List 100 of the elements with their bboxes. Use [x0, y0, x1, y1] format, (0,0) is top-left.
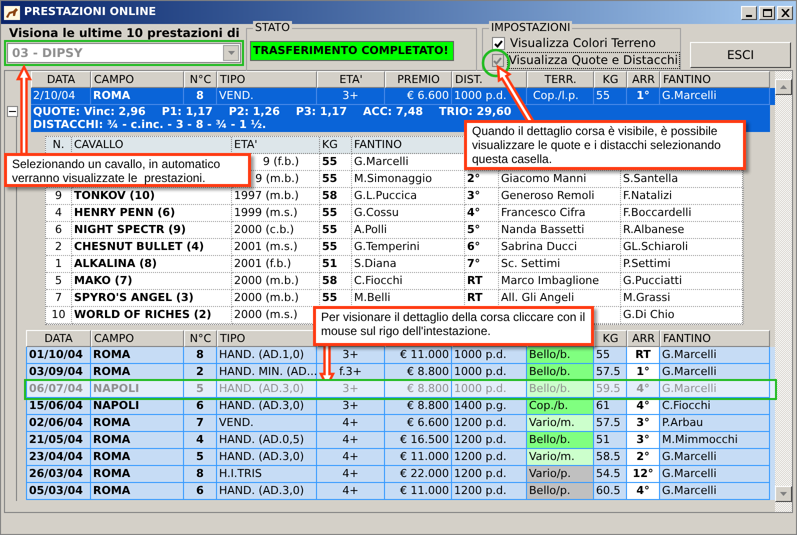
maximize-button[interactable]	[759, 6, 775, 20]
race-row[interactable]: 02/06/04 ROMA 7 VEND. 4+ € 6.600 1200 p.d. Vario/m. 57.5 3° P.Arbau	[26, 415, 775, 432]
callout: Per visionare il dettaglio della corsa cliccare con il mouse sul rigo dell'intestazione.	[313, 306, 594, 346]
table-cell: S.Diana	[352, 256, 465, 273]
table-cell: GL.Schiaroli	[621, 239, 744, 256]
column-header[interactable]: KG	[594, 71, 627, 88]
column-header[interactable]: DATA	[31, 71, 91, 88]
column-header[interactable]: N°C	[184, 330, 217, 347]
table-cell: HAND. (AD.3,0)	[217, 483, 317, 500]
column-header[interactable]: ARR	[627, 71, 660, 88]
picker-label: Visiona le ultime 10 prestazioni di	[8, 26, 241, 40]
table-cell: 4°	[627, 381, 660, 398]
odds-text: TRIO: 29,60	[439, 105, 512, 118]
column-header[interactable]: N°C	[184, 71, 217, 88]
odds-text: P3: 1,17	[296, 105, 347, 118]
table-cell: 2°	[465, 171, 499, 188]
collapse-toggle[interactable]	[7, 106, 18, 117]
terrain-cell: Bello/p.	[527, 483, 594, 500]
close-button[interactable]	[777, 6, 793, 20]
table-cell: 1999 (m.s.)	[232, 205, 320, 222]
table-cell: 55	[320, 239, 352, 256]
table-cell: 5	[184, 381, 217, 398]
column-header[interactable]: FANTINO	[660, 71, 770, 88]
table-cell: Generoso Remoli	[499, 188, 621, 205]
column-header[interactable]: PREMIO	[385, 71, 452, 88]
odds-text: P2: 1,26	[228, 105, 280, 118]
down-arrow-icon	[780, 492, 787, 496]
column-header[interactable]: FANTINO	[660, 330, 770, 347]
table-cell: 55	[320, 222, 352, 239]
column-header[interactable]: TIPO	[217, 330, 317, 347]
table-cell: MAKO (7)	[72, 273, 232, 290]
table-cell: G.Cossu	[352, 205, 465, 222]
table-cell: 4°	[627, 483, 660, 500]
minimize-button[interactable]	[741, 6, 757, 20]
table-cell: 7°	[465, 256, 499, 273]
scroll-down-button[interactable]	[775, 486, 792, 502]
exit-button[interactable]: ESCI	[690, 42, 791, 68]
table-cell: G.Pucciatti	[621, 273, 744, 290]
column-header[interactable]: TERR.	[527, 71, 594, 88]
table-cell: 2001 (m.s.)	[232, 239, 320, 256]
minimize-icon	[746, 14, 752, 16]
table-cell: P.Settimi	[621, 256, 744, 273]
table-cell: HAND. (AD.3,0)	[217, 381, 317, 398]
odds-text: ACC: 7,48	[362, 105, 424, 118]
table-cell: 4°	[465, 205, 499, 222]
table-cell: F.Natalizi	[621, 188, 744, 205]
table-cell: 55	[320, 205, 352, 222]
scrollbar[interactable]	[775, 71, 792, 512]
minus-icon	[9, 108, 16, 115]
table-cell: S.Santella	[621, 171, 744, 188]
table-cell: 7	[46, 290, 72, 307]
table-cell: ALKALINA (8)	[72, 256, 232, 273]
odds-text: P1: 1,17	[162, 105, 213, 118]
column-header[interactable]: CAMPO	[91, 71, 184, 88]
table-cell: 55	[320, 171, 352, 188]
callout: Selezionando un cavallo, in automatico verranno visualizzate le prestazioni.	[4, 153, 251, 187]
race-row[interactable]: 23/04/04 ROMA 5 HAND. (AD.3,0) 4+ € 11.000 1200 p.d. Vario/m. 58.5 2° G.Marcelli	[26, 449, 775, 466]
table-cell: 58	[320, 273, 352, 290]
table-cell: 6°	[465, 239, 499, 256]
odds-text: QUOTE: Vinc: 2,96	[33, 105, 146, 118]
terrain-cell: Bello/b.	[527, 381, 594, 398]
table-cell: ROMA	[91, 483, 184, 500]
table-cell: 6	[184, 483, 217, 500]
settings-title: IMPOSTAZIONI	[489, 21, 572, 34]
column-header[interactable]: ARR	[627, 330, 660, 347]
table-cell: M.Simonaggio	[352, 171, 465, 188]
column-header[interactable]: KG	[594, 330, 627, 347]
table-cell: M.Grassi	[621, 290, 744, 307]
column-header[interactable]: TIPO	[217, 71, 317, 88]
column-header[interactable]: ETA'	[317, 71, 385, 88]
table-cell: 9	[46, 188, 72, 205]
table-cell: SPYRO'S ANGEL (3)	[72, 290, 232, 307]
table-cell: TONKOV (10)	[72, 188, 232, 205]
table-cell: 3°	[627, 432, 660, 449]
table-cell: Francesco Cifra	[499, 205, 621, 222]
column-header[interactable]: CAMPO	[91, 330, 184, 347]
column-header[interactable]: KG	[320, 137, 352, 154]
column-header[interactable]: DATA	[26, 330, 91, 347]
race-row[interactable]: 2/10/04 ROMA 8 VEND. 3+ € 6.600 1000 p.d. Cop./l.p. 55 1° G.Marcelli	[31, 88, 775, 105]
table-cell: 2001 (f.b.)	[232, 256, 320, 273]
scroll-up-button[interactable]	[775, 79, 792, 95]
race-row[interactable]: 21/05/04 ROMA 4 HAND. (AD.0,5) 4+ € 16.500 1200 p.d. Bello/b. 51 3° M.Mimmocchi	[26, 432, 775, 449]
distances-text: DISTACCHI: ¾ - c.inc. - 3 - 8 - ¾ - 1 ½.	[33, 118, 266, 131]
window-title: PRESTAZIONI ONLINE	[24, 4, 156, 20]
race-row[interactable]: 26/03/04 ROMA 8 H.I.TRIS 4+ € 22.000 1200 p.d. Vario/p. 54.5 12° G.Marcelli	[26, 466, 775, 483]
race-row[interactable]: 05/03/04 ROMA 6 HAND. (AD.3,0) 4+ € 11.000 1200 p.d. Bello/p. 60.5 4° G.Marcelli	[26, 483, 775, 500]
table-cell: G.Marcelli	[660, 483, 770, 500]
table-cell: HENRY PENN (6)	[72, 205, 232, 222]
terrain-cell: Vario/m.	[527, 415, 594, 432]
table-cell: 55	[320, 154, 352, 171]
up-arrow-icon	[780, 85, 787, 89]
race-row[interactable]: 01/10/04 ROMA 8 HAND. (AD.1,0) 3+ € 11.000 1000 p.d. Bello/b. 55 RT G.Marcelli	[26, 347, 775, 364]
table-cell: R.Albanese	[621, 222, 744, 239]
table-cell: 2000 (c.b.)	[232, 222, 320, 239]
table-cell: 10	[46, 307, 72, 324]
table-cell: 4+	[317, 483, 385, 500]
checkbox[interactable]	[492, 37, 505, 50]
table-cell: Nanda Bassetti	[499, 222, 621, 239]
table-cell: A.Polli	[352, 222, 465, 239]
table-cell: G.Marcelli	[660, 381, 770, 398]
